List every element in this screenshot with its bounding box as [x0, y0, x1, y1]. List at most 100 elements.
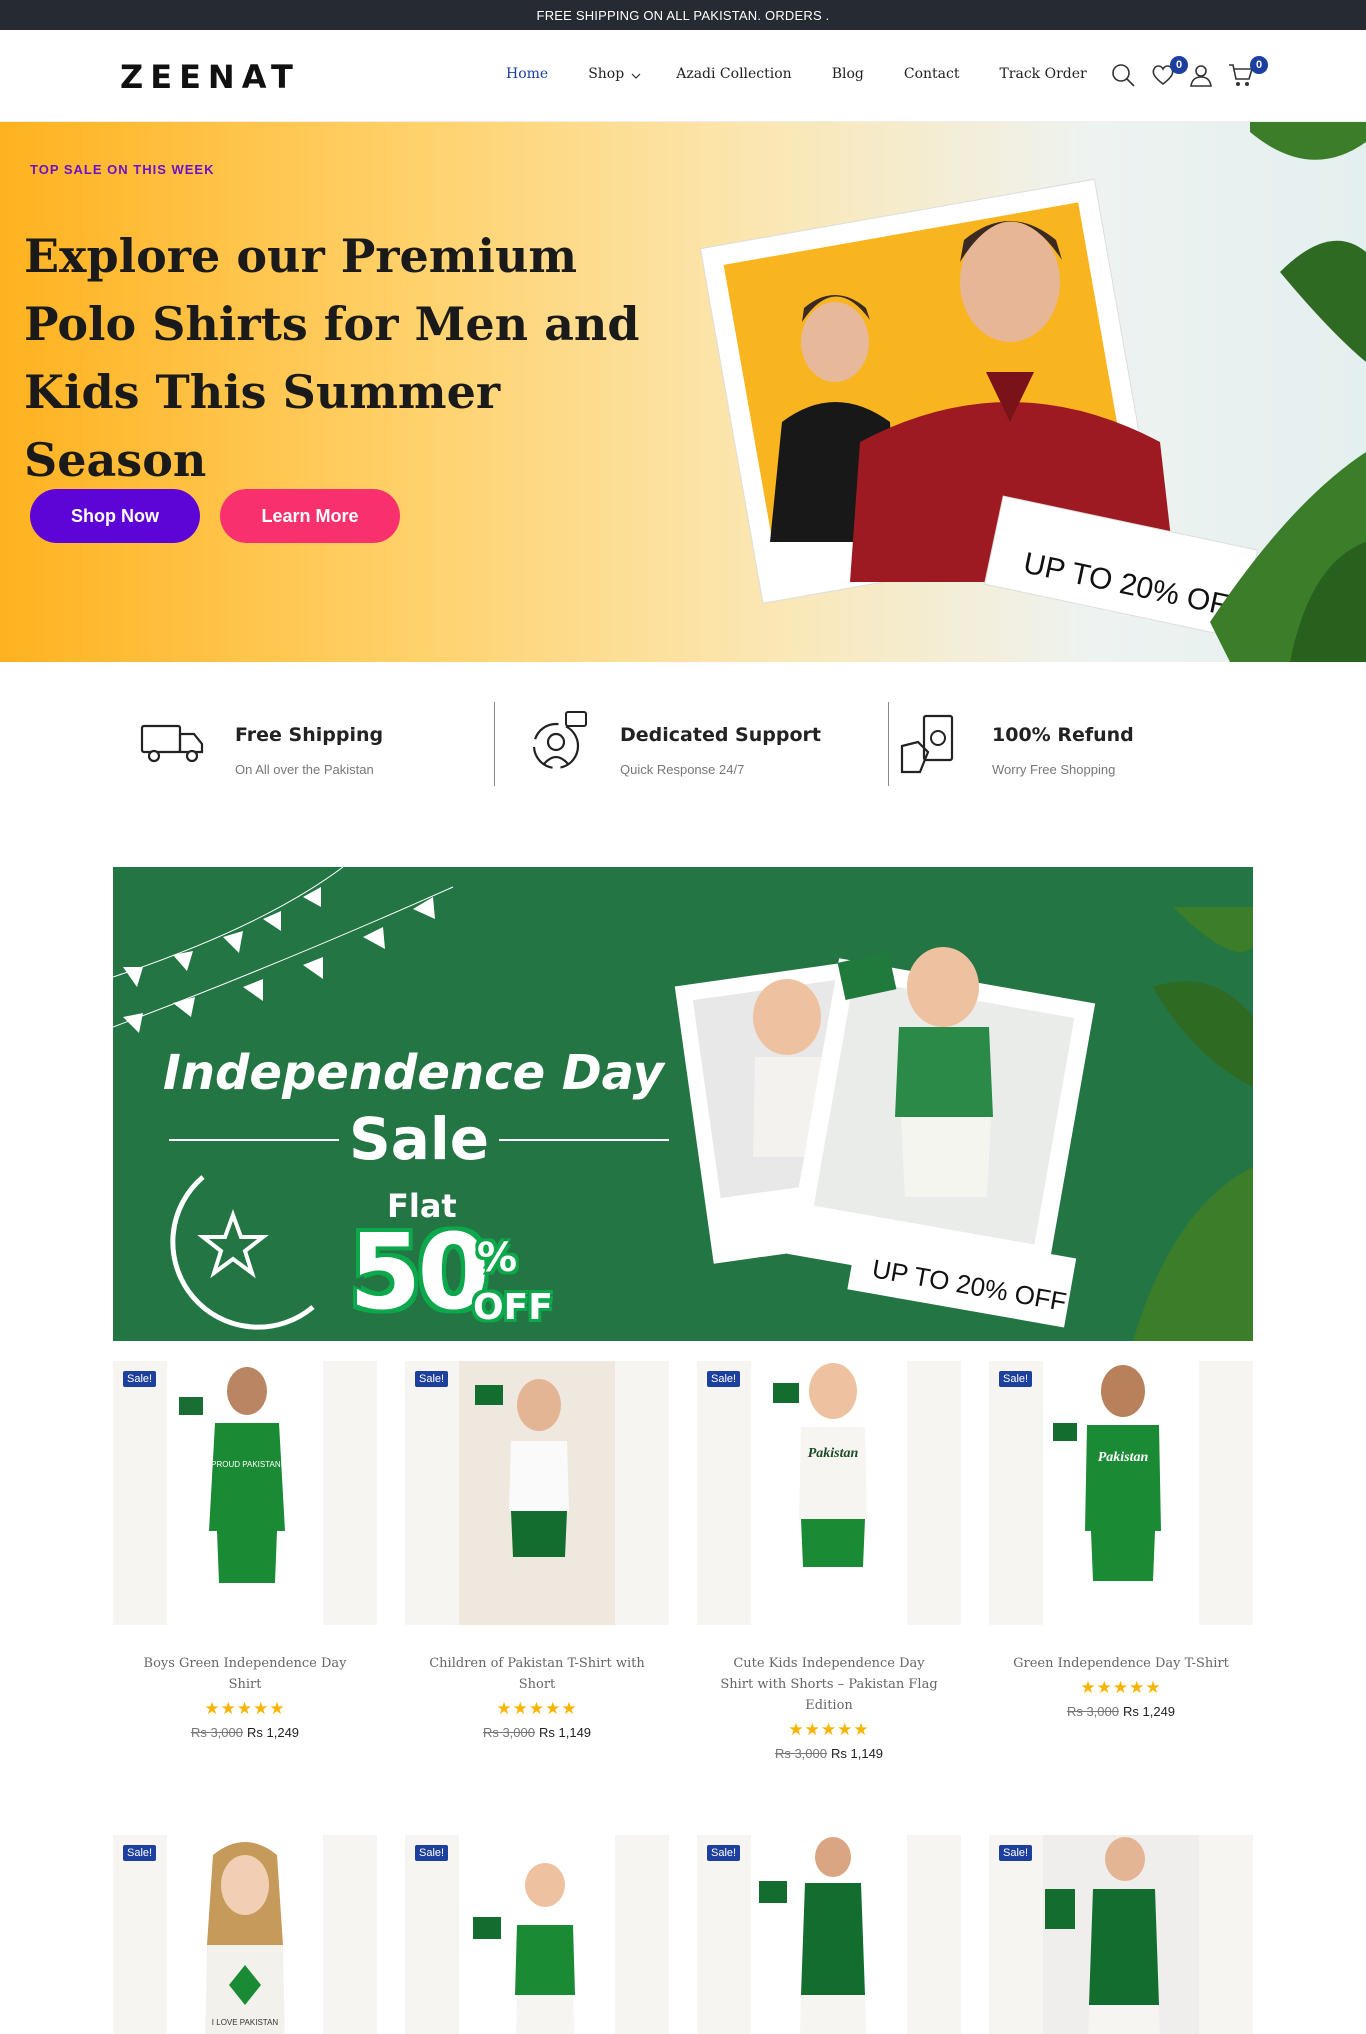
- product-photo: PROUD PAKISTANI: [167, 1361, 323, 1625]
- bunting-decoration: [113, 867, 454, 1033]
- feature-subtitle: Worry Free Shopping: [992, 762, 1116, 777]
- nav-contact[interactable]: Contact: [904, 66, 960, 82]
- promo-title: Independence Day: [163, 1045, 664, 1101]
- rating-stars: ★★★★★: [496, 1699, 578, 1718]
- old-price: Rs 3,000: [482, 1725, 535, 1740]
- product-price: Rs 3,000 Rs 1,149: [405, 1725, 669, 1740]
- promo-percent-sign: %: [477, 1235, 518, 1281]
- feature-refund: 100% Refund Worry Free Shopping: [898, 700, 1198, 786]
- feature-subtitle: On All over the Pakistan: [235, 762, 374, 777]
- search-icon[interactable]: [1110, 62, 1140, 92]
- wishlist-count: 0: [1170, 56, 1188, 74]
- sale-badge: Sale!: [999, 1845, 1033, 1861]
- shirt-print: I LOVE PAKISTAN: [212, 2018, 279, 2027]
- promo-image: UP TO 20% OFF: [674, 907, 1253, 1341]
- feature-title: Free Shipping: [235, 724, 384, 746]
- crescent-star-icon: [170, 1175, 315, 1330]
- promo-sale-label: Sale: [349, 1105, 490, 1173]
- product-image[interactable]: Sale!: [697, 1835, 961, 2034]
- divider: [499, 1139, 669, 1141]
- product-title[interactable]: Children of Pakistan T-Shirt with Short: [405, 1653, 669, 1695]
- product-image[interactable]: Sale!: [989, 1835, 1253, 2034]
- product-title[interactable]: Boys Green Independence Day Shirt: [113, 1653, 377, 1695]
- product-photo: I LOVE PAKISTAN: [167, 1835, 323, 2034]
- product-title[interactable]: Green Independence Day T-Shirt: [989, 1653, 1253, 1674]
- product-price: Rs 3,000 Rs 1,249: [989, 1704, 1253, 1719]
- product-image[interactable]: Sale! Pakistan: [989, 1361, 1253, 1625]
- old-price: Rs 3,000: [1066, 1704, 1119, 1719]
- product-photo: Pakistan: [1043, 1361, 1199, 1625]
- product-photo: Pakistan: [751, 1361, 907, 1625]
- hero-eyebrow: TOP SALE ON THIS WEEK: [30, 162, 215, 177]
- product-card[interactable]: Sale!: [697, 1835, 961, 2034]
- sale-badge: Sale!: [415, 1845, 449, 1861]
- learn-more-button[interactable]: Learn More: [220, 489, 400, 543]
- user-icon[interactable]: [1188, 62, 1218, 92]
- wishlist-button[interactable]: 0: [1150, 56, 1188, 92]
- product-card[interactable]: Sale!: [405, 1835, 669, 2034]
- main-nav: Home Shop Azadi Collection Blog Contact …: [506, 66, 1087, 82]
- current-price: Rs 1,249: [1123, 1704, 1176, 1719]
- truck-icon: [140, 724, 204, 763]
- features-strip: Free Shipping On All over the Pakistan D…: [0, 700, 1366, 790]
- nav-azadi-collection[interactable]: Azadi Collection: [676, 66, 792, 82]
- product-photo: [459, 1835, 615, 2034]
- announcement-text: FREE SHIPPING ON ALL PAKISTAN. ORDERS .: [536, 7, 830, 23]
- current-price: Rs 1,249: [247, 1725, 300, 1740]
- hero-title: Explore our Premium Polo Shirts for Men …: [24, 229, 640, 487]
- product-card[interactable]: Sale! PROUD PAKISTANI Boys Green Indepen…: [113, 1361, 377, 1740]
- old-price: Rs 3,000: [774, 1746, 827, 1761]
- product-image[interactable]: Sale!: [405, 1361, 669, 1625]
- feature-free-shipping: Free Shipping On All over the Pakistan: [140, 700, 440, 786]
- shop-now-button[interactable]: Shop Now: [30, 489, 200, 543]
- current-price: Rs 1,149: [539, 1725, 592, 1740]
- shirt-print: Pakistan: [1098, 1450, 1149, 1465]
- hero-banner: TOP SALE ON THIS WEEK Explore our Premiu…: [0, 122, 1366, 662]
- nav-shop[interactable]: Shop: [588, 66, 624, 82]
- feature-title: 100% Refund: [992, 724, 1134, 746]
- feature-subtitle: Quick Response 24/7: [620, 762, 745, 777]
- product-image[interactable]: Sale! PROUD PAKISTANI: [113, 1361, 377, 1625]
- shirt-print: PROUD PAKISTANI: [211, 1460, 283, 1469]
- old-price: Rs 3,000: [190, 1725, 243, 1740]
- feature-title: Dedicated Support: [620, 724, 821, 746]
- product-image[interactable]: Sale! Pakistan: [697, 1361, 961, 1625]
- cart-button[interactable]: 0: [1228, 56, 1268, 92]
- rating-stars: ★★★★★: [788, 1720, 870, 1739]
- product-card[interactable]: Sale!: [989, 1835, 1253, 2034]
- promo-off-label: OFF: [473, 1287, 553, 1328]
- divider: [169, 1139, 339, 1141]
- sale-badge: Sale!: [123, 1371, 157, 1387]
- nav-home[interactable]: Home: [506, 66, 548, 82]
- product-photo: [751, 1835, 907, 2034]
- sale-badge: Sale!: [123, 1845, 157, 1861]
- product-image[interactable]: Sale!: [405, 1835, 669, 2034]
- sale-badge: Sale!: [707, 1371, 741, 1387]
- promo-discount-number: 50: [349, 1211, 490, 1333]
- chevron-down-icon[interactable]: [630, 70, 642, 82]
- divider: [888, 702, 889, 786]
- product-card[interactable]: Sale! Children of Pakistan T-Shirt with …: [405, 1361, 669, 1740]
- announcement-bar: FREE SHIPPING ON ALL PAKISTAN. ORDERS .: [0, 0, 1366, 30]
- product-card[interactable]: Sale! Pakistan Green Independence Day T-…: [989, 1361, 1253, 1719]
- logo[interactable]: ZEENAT: [120, 58, 300, 96]
- product-title[interactable]: Cute Kids Independence Day Shirt with Sh…: [697, 1653, 961, 1716]
- independence-day-banner[interactable]: Independence Day Sale Flat 50 % OFF UP T…: [113, 867, 1253, 1341]
- product-card[interactable]: Sale! I LOVE PAKISTAN: [113, 1835, 377, 2034]
- nav-blog[interactable]: Blog: [832, 66, 864, 82]
- product-image[interactable]: Sale! I LOVE PAKISTAN: [113, 1835, 377, 2034]
- nav-track-order[interactable]: Track Order: [999, 66, 1086, 82]
- product-card[interactable]: Sale! Pakistan Cute Kids Independence Da…: [697, 1361, 961, 1761]
- sale-badge: Sale!: [415, 1371, 449, 1387]
- current-price: Rs 1,149: [831, 1746, 884, 1761]
- sale-badge: Sale!: [999, 1371, 1033, 1387]
- product-price: Rs 3,000 Rs 1,249: [113, 1725, 377, 1740]
- cart-count: 0: [1250, 56, 1268, 74]
- feature-support: Dedicated Support Quick Response 24/7: [524, 700, 844, 786]
- product-price: Rs 3,000 Rs 1,149: [697, 1746, 961, 1761]
- rating-stars: ★★★★★: [1080, 1678, 1162, 1697]
- product-photo: [459, 1361, 615, 1625]
- product-photo: [1043, 1835, 1199, 2034]
- sale-badge: Sale!: [707, 1845, 741, 1861]
- rating-stars: ★★★★★: [204, 1699, 286, 1718]
